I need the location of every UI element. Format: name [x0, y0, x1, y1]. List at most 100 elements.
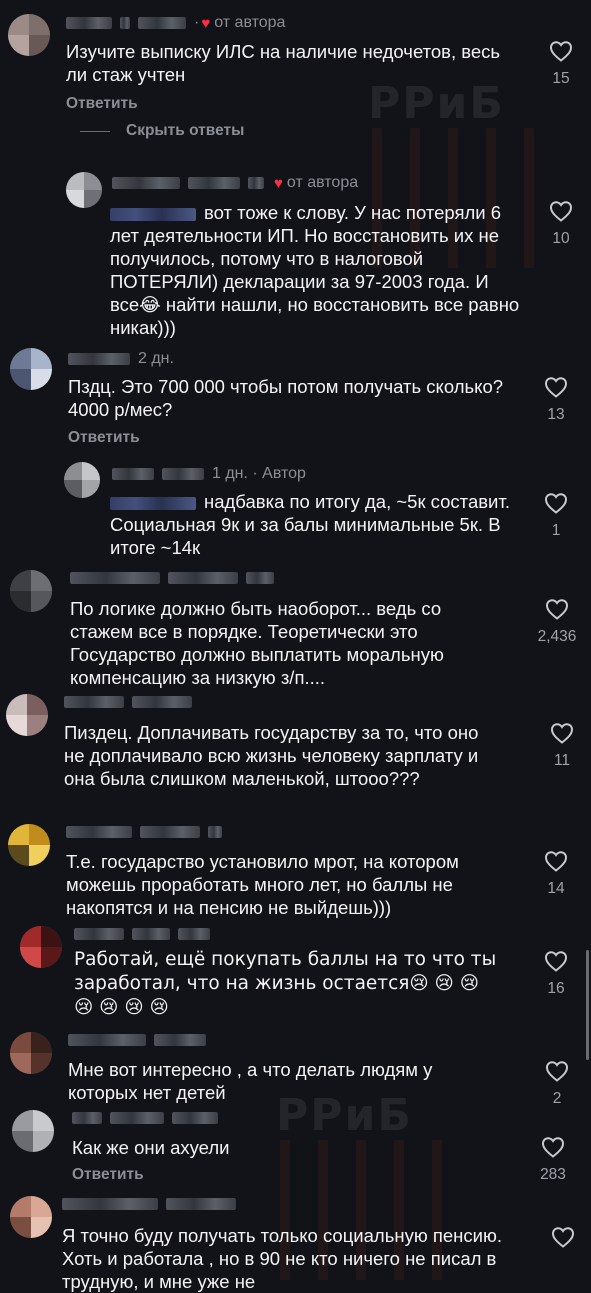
comment-text: надбавка по итогу да, ~5к составит. Соци…: [110, 490, 510, 559]
username-blurred[interactable]: [68, 1034, 146, 1046]
avatar-pixel: [8, 824, 29, 845]
avatar[interactable]: [10, 570, 52, 612]
heart-icon: [544, 851, 568, 872]
comment-meta: [66, 826, 230, 838]
username-blurred[interactable]: [66, 17, 112, 29]
username-blurred[interactable]: [168, 572, 238, 584]
avatar[interactable]: [8, 824, 50, 866]
heart-icon: [541, 1137, 565, 1158]
avatar[interactable]: [10, 348, 52, 390]
avatar[interactable]: [12, 1110, 54, 1152]
username-blurred[interactable]: [70, 572, 160, 584]
username-blurred[interactable]: [110, 1112, 164, 1124]
avatar-pixel: [84, 172, 102, 190]
reply-button[interactable]: Ответить: [68, 429, 140, 447]
username-blurred[interactable]: [246, 572, 274, 584]
username-blurred[interactable]: [166, 1198, 236, 1210]
meta-text: 2 дн.: [138, 350, 174, 367]
like-button[interactable]: 13: [531, 376, 581, 424]
like-button[interactable]: 10: [536, 200, 586, 248]
hide-replies-button[interactable]: Скрыть ответы: [80, 122, 244, 140]
avatar-pixel: [10, 591, 31, 612]
scrollbar[interactable]: [586, 950, 589, 1060]
username-blurred[interactable]: [72, 1112, 102, 1124]
comment-text-body: Работай, ещё покупать баллы на то что ты…: [74, 949, 497, 1018]
avatar[interactable]: [8, 14, 50, 56]
like-button[interactable]: 11: [537, 722, 587, 770]
username-blurred[interactable]: [178, 928, 210, 940]
avatar-pixel: [8, 35, 29, 56]
comment-text: Как же они ахуели: [72, 1137, 230, 1158]
avatar[interactable]: [64, 462, 100, 498]
like-button[interactable]: 2: [532, 1060, 582, 1108]
avatar-pixel: [41, 926, 62, 947]
heart-icon: [545, 1061, 569, 1082]
username-blurred[interactable]: [132, 928, 170, 940]
username-blurred[interactable]: [64, 696, 124, 708]
avatar[interactable]: [20, 926, 62, 968]
like-count: 14: [547, 880, 565, 897]
username-blurred[interactable]: [208, 826, 222, 838]
mention-blurred[interactable]: [110, 207, 196, 221]
heart-icon: [544, 377, 568, 398]
avatar-pixel: [64, 462, 82, 480]
username-blurred[interactable]: [140, 826, 200, 838]
username-blurred[interactable]: [154, 1034, 206, 1046]
avatar[interactable]: [10, 1032, 52, 1074]
username-blurred[interactable]: [188, 177, 240, 189]
like-button[interactable]: [538, 1226, 588, 1248]
reply-button[interactable]: Ответить: [72, 1166, 144, 1184]
avatar-pixel: [66, 172, 84, 190]
avatar-pixel: [12, 1110, 33, 1131]
author-heart-icon: ♥: [201, 14, 211, 32]
mention-blurred[interactable]: [110, 496, 196, 510]
comment-text: Пздц. Это 700 000 чтобы потом получать с…: [68, 376, 504, 420]
like-button[interactable]: 1: [531, 492, 581, 540]
username-blurred[interactable]: [248, 177, 264, 189]
avatar-pixel: [31, 348, 52, 369]
avatar-pixel: [31, 570, 52, 591]
username-blurred[interactable]: [62, 1198, 158, 1210]
like-count: 13: [547, 406, 565, 423]
username-blurred[interactable]: [66, 826, 132, 838]
like-button[interactable]: 15: [536, 40, 586, 88]
comment-text: Т.е. государство установило мрот, на кот…: [66, 851, 459, 918]
divider-line: [80, 130, 110, 132]
username-blurred[interactable]: [112, 468, 154, 480]
username-blurred[interactable]: [138, 17, 186, 29]
username-blurred[interactable]: [120, 17, 130, 29]
avatar[interactable]: [6, 694, 48, 736]
comment-text: Я точно буду получать только социальную …: [62, 1225, 502, 1292]
heart-icon: [551, 1227, 575, 1248]
like-button[interactable]: 16: [531, 950, 581, 998]
avatar-pixel: [20, 926, 41, 947]
like-button[interactable]: 283: [528, 1136, 578, 1184]
avatar-pixel: [8, 845, 29, 866]
reply-button[interactable]: Ответить: [66, 95, 138, 113]
like-button[interactable]: 2,436: [530, 598, 584, 646]
avatar-pixel: [29, 824, 50, 845]
avatar-pixel: [29, 14, 50, 35]
avatar-pixel: [33, 1110, 54, 1131]
avatar-pixel: [6, 694, 27, 715]
username-blurred[interactable]: [68, 353, 130, 365]
username-blurred[interactable]: [162, 468, 204, 480]
avatar[interactable]: [10, 1196, 52, 1238]
username-blurred[interactable]: [132, 696, 192, 708]
avatar-pixel: [82, 480, 100, 498]
like-button[interactable]: 14: [531, 850, 581, 898]
like-count: 2: [552, 1090, 562, 1107]
comment-meta: [72, 1112, 226, 1124]
comment-meta: 2 дн.: [68, 350, 174, 368]
username-blurred[interactable]: [112, 177, 180, 189]
username-blurred[interactable]: [172, 1112, 218, 1124]
comment-meta: [64, 696, 200, 708]
like-count: 283: [540, 1166, 566, 1183]
avatar-pixel: [29, 845, 50, 866]
avatar-pixel: [41, 947, 62, 968]
avatar[interactable]: [66, 172, 102, 208]
comment-meta: [68, 1034, 214, 1046]
username-blurred[interactable]: [74, 928, 124, 940]
comment-meta: [74, 928, 218, 940]
heart-icon: [544, 951, 568, 972]
